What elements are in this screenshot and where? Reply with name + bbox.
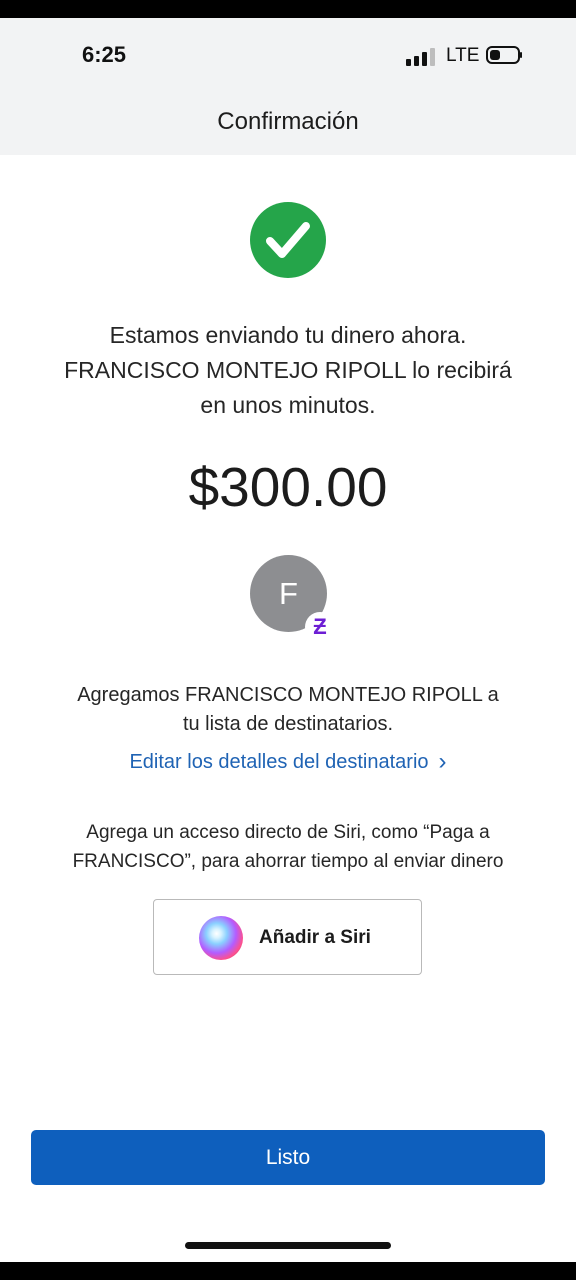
done-button[interactable]: Listo — [31, 1130, 545, 1185]
siri-icon — [199, 916, 243, 960]
siri-shortcut-text: Agrega un acceso directo de Siri, como “… — [20, 818, 556, 876]
zelle-icon: Ƶ — [305, 612, 335, 642]
network-type: LTE — [446, 45, 480, 66]
siri-text-line: Agrega un acceso directo de Siri, como “… — [86, 822, 490, 843]
siri-text-line: FRANCISCO”, para ahorrar tiempo al envia… — [72, 851, 504, 872]
status-time: 6:25 — [82, 42, 127, 67]
message-line: Estamos enviando tu dinero ahora. — [109, 322, 467, 348]
home-indicator[interactable] — [185, 1242, 391, 1249]
add-to-siri-label: Añadir a Siri — [259, 927, 371, 948]
confirmation-screen: 6:25 LTE Confirmación Estamos enviando t… — [0, 18, 576, 1262]
edit-recipient-label: Editar los detalles del destinatario — [129, 751, 429, 773]
chevron-right-icon: › — [438, 748, 447, 775]
added-line: tu lista de destinatarios. — [182, 713, 394, 735]
success-check-icon — [250, 202, 326, 278]
amount: $300.00 — [188, 456, 388, 518]
confirmation-message: Estamos enviando tu dinero ahora. FRANCI… — [40, 318, 536, 423]
recipient-added-message: Agregamos FRANCISCO MONTEJO RIPOLL a tu … — [40, 681, 536, 739]
message-line: FRANCISCO MONTEJO RIPOLL lo recibirá — [64, 357, 512, 383]
page-title: Confirmación — [217, 108, 359, 135]
battery-icon — [486, 46, 522, 66]
bottom-edge — [0, 1262, 576, 1280]
cellular-signal-icon — [406, 48, 436, 66]
header: 6:25 LTE Confirmación — [0, 18, 576, 155]
edit-recipient-link[interactable]: Editar los detalles del destinatario › — [0, 748, 576, 776]
add-to-siri-button[interactable]: Añadir a Siri — [153, 899, 422, 975]
top-edge — [0, 0, 576, 18]
message-line: en unos minutos. — [200, 392, 376, 418]
added-line: Agregamos FRANCISCO MONTEJO RIPOLL a — [77, 684, 499, 706]
